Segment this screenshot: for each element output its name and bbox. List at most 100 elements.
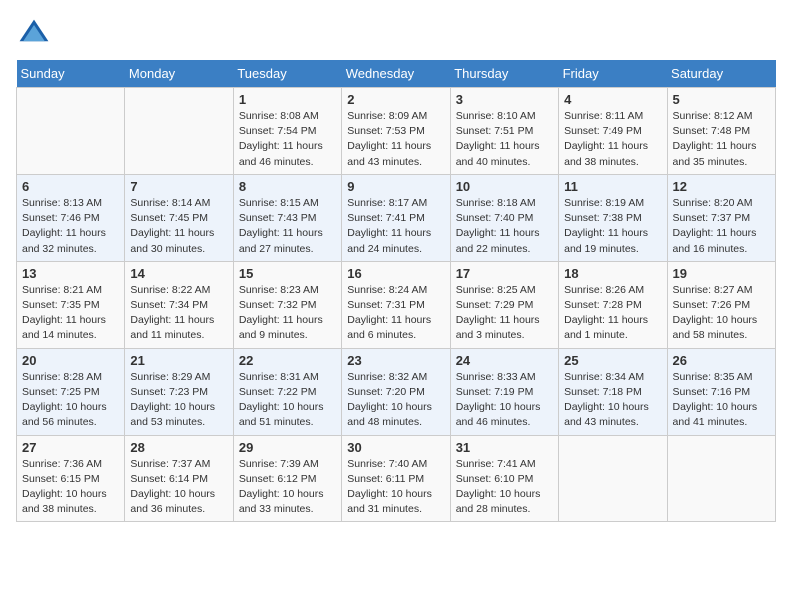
calendar-cell: 6 Sunrise: 8:13 AM Sunset: 7:46 PM Daylig…	[17, 174, 125, 261]
day-number: 17	[456, 266, 553, 281]
calendar-cell: 19 Sunrise: 8:27 AM Sunset: 7:26 PM Dayli…	[667, 261, 775, 348]
day-info: Sunrise: 8:27 AM Sunset: 7:26 PM Dayligh…	[673, 283, 770, 344]
day-number: 28	[130, 440, 227, 455]
day-info: Sunrise: 8:17 AM Sunset: 7:41 PM Dayligh…	[347, 196, 444, 257]
calendar-cell: 16Sunrise: 8:24 AM Sunset: 7:31 PM Dayli…	[342, 261, 450, 348]
calendar-cell: 14Sunrise: 8:22 AM Sunset: 7:34 PM Dayli…	[125, 261, 233, 348]
days-of-week-row: SundayMondayTuesdayWednesdayThursdayFrid…	[17, 60, 776, 88]
logo	[16, 16, 56, 52]
day-info: Sunrise: 8:33 AM Sunset: 7:19 PM Dayligh…	[456, 370, 553, 431]
day-number: 8	[239, 179, 336, 194]
calendar-cell: 28Sunrise: 7:37 AM Sunset: 6:14 PM Dayli…	[125, 435, 233, 522]
day-info: Sunrise: 8:15 AM Sunset: 7:43 PM Dayligh…	[239, 196, 336, 257]
day-number: 18	[564, 266, 661, 281]
day-info: Sunrise: 8:22 AM Sunset: 7:34 PM Dayligh…	[130, 283, 227, 344]
day-number: 7	[130, 179, 227, 194]
day-number: 1	[239, 92, 336, 107]
day-info: Sunrise: 8:23 AM Sunset: 7:32 PM Dayligh…	[239, 283, 336, 344]
calendar-cell: 27 Sunrise: 7:36 AM Sunset: 6:15 PM Dayli…	[17, 435, 125, 522]
calendar-week-row: 1 Sunrise: 8:08 AM Sunset: 7:54 PM Daylig…	[17, 88, 776, 175]
day-number: 10	[456, 179, 553, 194]
calendar-cell: 22Sunrise: 8:31 AM Sunset: 7:22 PM Dayli…	[233, 348, 341, 435]
day-number: 25	[564, 353, 661, 368]
calendar-body: 1 Sunrise: 8:08 AM Sunset: 7:54 PM Daylig…	[17, 88, 776, 522]
calendar-cell: 24 Sunrise: 8:33 AM Sunset: 7:19 PM Dayli…	[450, 348, 558, 435]
day-number: 11	[564, 179, 661, 194]
day-info: Sunrise: 8:13 AM Sunset: 7:46 PM Dayligh…	[22, 196, 119, 257]
calendar-cell: 4 Sunrise: 8:11 AM Sunset: 7:49 PM Daylig…	[559, 88, 667, 175]
calendar-cell: 12Sunrise: 8:20 AM Sunset: 7:37 PM Dayli…	[667, 174, 775, 261]
dow-header: Sunday	[17, 60, 125, 88]
calendar-cell: 23 Sunrise: 8:32 AM Sunset: 7:20 PM Dayli…	[342, 348, 450, 435]
dow-header: Monday	[125, 60, 233, 88]
day-info: Sunrise: 8:10 AM Sunset: 7:51 PM Dayligh…	[456, 109, 553, 170]
day-number: 31	[456, 440, 553, 455]
calendar-cell: 13 Sunrise: 8:21 AM Sunset: 7:35 PM Dayli…	[17, 261, 125, 348]
calendar-cell: 15 Sunrise: 8:23 AM Sunset: 7:32 PM Dayli…	[233, 261, 341, 348]
day-info: Sunrise: 8:19 AM Sunset: 7:38 PM Dayligh…	[564, 196, 661, 257]
calendar-cell: 18Sunrise: 8:26 AM Sunset: 7:28 PM Dayli…	[559, 261, 667, 348]
calendar-cell: 20 Sunrise: 8:28 AM Sunset: 7:25 PM Dayli…	[17, 348, 125, 435]
day-number: 29	[239, 440, 336, 455]
page-header	[16, 16, 776, 52]
calendar-cell: 29Sunrise: 7:39 AM Sunset: 6:12 PM Dayli…	[233, 435, 341, 522]
day-info: Sunrise: 8:28 AM Sunset: 7:25 PM Dayligh…	[22, 370, 119, 431]
day-info: Sunrise: 7:36 AM Sunset: 6:15 PM Dayligh…	[22, 457, 119, 518]
day-info: Sunrise: 8:32 AM Sunset: 7:20 PM Dayligh…	[347, 370, 444, 431]
day-number: 20	[22, 353, 119, 368]
calendar-cell: 7Sunrise: 8:14 AM Sunset: 7:45 PM Daylig…	[125, 174, 233, 261]
calendar-cell: 9 Sunrise: 8:17 AM Sunset: 7:41 PM Daylig…	[342, 174, 450, 261]
calendar-cell	[17, 88, 125, 175]
day-info: Sunrise: 8:31 AM Sunset: 7:22 PM Dayligh…	[239, 370, 336, 431]
calendar-cell: 11 Sunrise: 8:19 AM Sunset: 7:38 PM Dayli…	[559, 174, 667, 261]
day-info: Sunrise: 8:21 AM Sunset: 7:35 PM Dayligh…	[22, 283, 119, 344]
dow-header: Saturday	[667, 60, 775, 88]
dow-header: Friday	[559, 60, 667, 88]
day-number: 13	[22, 266, 119, 281]
calendar-cell	[559, 435, 667, 522]
day-number: 30	[347, 440, 444, 455]
day-number: 2	[347, 92, 444, 107]
calendar-cell: 3Sunrise: 8:10 AM Sunset: 7:51 PM Daylig…	[450, 88, 558, 175]
calendar-week-row: 6 Sunrise: 8:13 AM Sunset: 7:46 PM Daylig…	[17, 174, 776, 261]
day-number: 26	[673, 353, 770, 368]
day-number: 21	[130, 353, 227, 368]
calendar-cell: 30Sunrise: 7:40 AM Sunset: 6:11 PM Dayli…	[342, 435, 450, 522]
day-number: 19	[673, 266, 770, 281]
dow-header: Wednesday	[342, 60, 450, 88]
dow-header: Thursday	[450, 60, 558, 88]
calendar-cell: 5 Sunrise: 8:12 AM Sunset: 7:48 PM Daylig…	[667, 88, 775, 175]
day-info: Sunrise: 8:34 AM Sunset: 7:18 PM Dayligh…	[564, 370, 661, 431]
calendar-cell: 26 Sunrise: 8:35 AM Sunset: 7:16 PM Dayli…	[667, 348, 775, 435]
calendar-week-row: 27 Sunrise: 7:36 AM Sunset: 6:15 PM Dayli…	[17, 435, 776, 522]
day-number: 24	[456, 353, 553, 368]
calendar-cell: 25 Sunrise: 8:34 AM Sunset: 7:18 PM Dayli…	[559, 348, 667, 435]
day-number: 4	[564, 92, 661, 107]
calendar-cell	[667, 435, 775, 522]
day-number: 15	[239, 266, 336, 281]
day-info: Sunrise: 8:20 AM Sunset: 7:37 PM Dayligh…	[673, 196, 770, 257]
day-info: Sunrise: 8:11 AM Sunset: 7:49 PM Dayligh…	[564, 109, 661, 170]
calendar-cell: 21 Sunrise: 8:29 AM Sunset: 7:23 PM Dayli…	[125, 348, 233, 435]
day-number: 9	[347, 179, 444, 194]
day-number: 5	[673, 92, 770, 107]
day-info: Sunrise: 7:41 AM Sunset: 6:10 PM Dayligh…	[456, 457, 553, 518]
day-info: Sunrise: 8:12 AM Sunset: 7:48 PM Dayligh…	[673, 109, 770, 170]
calendar-cell: 17 Sunrise: 8:25 AM Sunset: 7:29 PM Dayli…	[450, 261, 558, 348]
day-number: 27	[22, 440, 119, 455]
day-info: Sunrise: 8:08 AM Sunset: 7:54 PM Dayligh…	[239, 109, 336, 170]
day-info: Sunrise: 8:09 AM Sunset: 7:53 PM Dayligh…	[347, 109, 444, 170]
logo-icon	[16, 16, 52, 52]
day-info: Sunrise: 8:35 AM Sunset: 7:16 PM Dayligh…	[673, 370, 770, 431]
dow-header: Tuesday	[233, 60, 341, 88]
day-info: Sunrise: 8:25 AM Sunset: 7:29 PM Dayligh…	[456, 283, 553, 344]
calendar-cell: 31 Sunrise: 7:41 AM Sunset: 6:10 PM Dayli…	[450, 435, 558, 522]
day-info: Sunrise: 8:29 AM Sunset: 7:23 PM Dayligh…	[130, 370, 227, 431]
day-number: 6	[22, 179, 119, 194]
calendar-cell: 10Sunrise: 8:18 AM Sunset: 7:40 PM Dayli…	[450, 174, 558, 261]
day-info: Sunrise: 8:24 AM Sunset: 7:31 PM Dayligh…	[347, 283, 444, 344]
calendar-cell	[125, 88, 233, 175]
calendar-cell: 2 Sunrise: 8:09 AM Sunset: 7:53 PM Daylig…	[342, 88, 450, 175]
calendar-cell: 1 Sunrise: 8:08 AM Sunset: 7:54 PM Daylig…	[233, 88, 341, 175]
day-number: 23	[347, 353, 444, 368]
